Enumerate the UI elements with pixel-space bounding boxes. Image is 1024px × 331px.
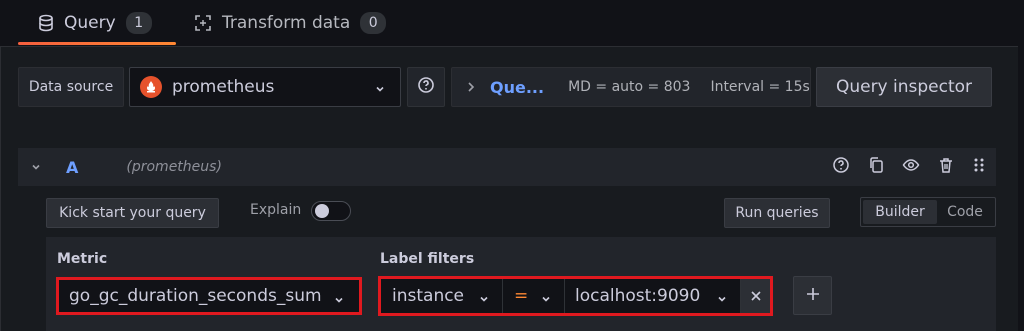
query-inspector-button[interactable]: Query inspector <box>816 67 992 107</box>
datasource-label: Data source <box>18 67 124 107</box>
explain-toggle[interactable] <box>311 201 351 221</box>
eye-icon[interactable] <box>902 156 920 178</box>
kick-start-button[interactable]: Kick start your query <box>46 198 219 228</box>
active-tab-indicator <box>18 42 176 45</box>
datasource-value: prometheus <box>172 77 275 97</box>
database-icon <box>38 14 54 32</box>
label-operator-select[interactable]: = <box>503 279 565 313</box>
mode-builder[interactable]: Builder <box>863 200 937 224</box>
metric-label: Metric <box>57 251 108 267</box>
close-icon <box>750 287 762 306</box>
drag-handle-icon[interactable] <box>972 156 986 178</box>
query-row-actions <box>832 148 986 186</box>
query-options-bar[interactable]: Que... MD = auto = 803 Interval = 15s <box>451 67 811 107</box>
query-ref-id[interactable]: A <box>66 158 78 177</box>
interval-text: Interval = 15s <box>710 79 810 95</box>
max-datapoints-text: MD = auto = 803 <box>568 79 691 95</box>
run-queries-button[interactable]: Run queries <box>724 198 830 228</box>
label-key-value: instance <box>392 286 465 306</box>
transform-icon <box>194 14 212 32</box>
metric-select[interactable]: go_gc_duration_seconds_sum <box>56 277 362 315</box>
chevron-down-icon <box>716 290 728 310</box>
datasource-picker[interactable]: prometheus <box>129 67 401 107</box>
tab-query-count: 1 <box>125 12 152 34</box>
plus-icon <box>806 286 820 305</box>
label-value-value: localhost:9090 <box>575 286 701 306</box>
tab-transform-label: Transform data <box>222 13 351 33</box>
label-filters-label: Label filters <box>380 251 475 267</box>
editor-mode-toggle: Builder Code <box>860 197 996 227</box>
chevron-down-icon <box>540 290 552 310</box>
remove-filter-button[interactable] <box>741 279 770 313</box>
label-operator-value: = <box>514 286 529 306</box>
tab-transform-data[interactable]: Transform data 0 <box>194 0 387 46</box>
query-options-link[interactable]: Que... <box>490 78 544 97</box>
datasource-help-button[interactable] <box>407 67 445 107</box>
label-key-select[interactable]: instance <box>381 279 503 313</box>
label-value-select[interactable]: localhost:9090 <box>565 279 741 313</box>
toggle-knob <box>315 204 329 218</box>
chevron-right-icon <box>466 81 476 93</box>
mode-code[interactable]: Code <box>937 200 993 224</box>
chevron-down-icon <box>374 80 386 100</box>
question-circle-icon <box>417 76 435 98</box>
metric-value: go_gc_duration_seconds_sum <box>69 286 322 306</box>
trash-icon[interactable] <box>937 156 955 178</box>
help-icon[interactable] <box>832 156 850 178</box>
add-filter-button[interactable] <box>793 276 832 315</box>
tab-query-label: Query <box>64 13 116 33</box>
duplicate-icon[interactable] <box>867 156 885 178</box>
editor-tabs: Query 1 Transform data 0 <box>0 0 1024 46</box>
query-row-header: A (prometheus) <box>18 148 996 186</box>
prometheus-logo-icon <box>140 76 162 98</box>
tab-transform-count: 0 <box>360 12 387 34</box>
collapse-chevron-icon[interactable] <box>30 158 42 177</box>
tab-query[interactable]: Query 1 <box>18 0 176 46</box>
chevron-down-icon <box>478 290 490 310</box>
explain-label: Explain <box>250 202 302 218</box>
label-filter-row: instance = localhost:9090 <box>378 276 773 316</box>
chevron-down-icon <box>333 291 345 311</box>
query-datasource-name: (prometheus) <box>126 159 222 175</box>
